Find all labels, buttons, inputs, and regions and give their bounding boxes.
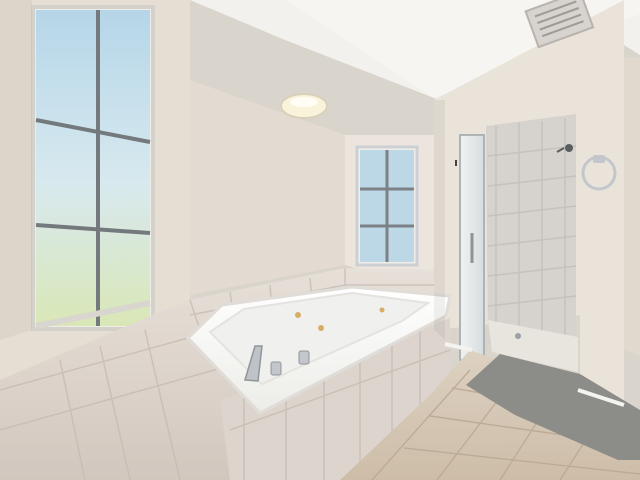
towel-ring-mount-icon [593,155,605,163]
jet-icon-3 [379,307,385,313]
handle-icon-1 [270,361,282,376]
drain-icon [515,333,521,339]
left-window-glass [36,10,150,326]
left-shadow [0,0,32,340]
bathroom-photo [0,0,640,480]
jet-icon-2 [318,325,324,331]
wall-corner-shadow [434,100,445,340]
far-right-wall [624,58,640,356]
bathroom-illustration [0,0,640,480]
jet-icon-1 [295,312,301,318]
shower-head-icon [565,144,573,152]
ceiling-light-highlight [290,97,318,107]
handle-icon-2 [298,350,310,365]
